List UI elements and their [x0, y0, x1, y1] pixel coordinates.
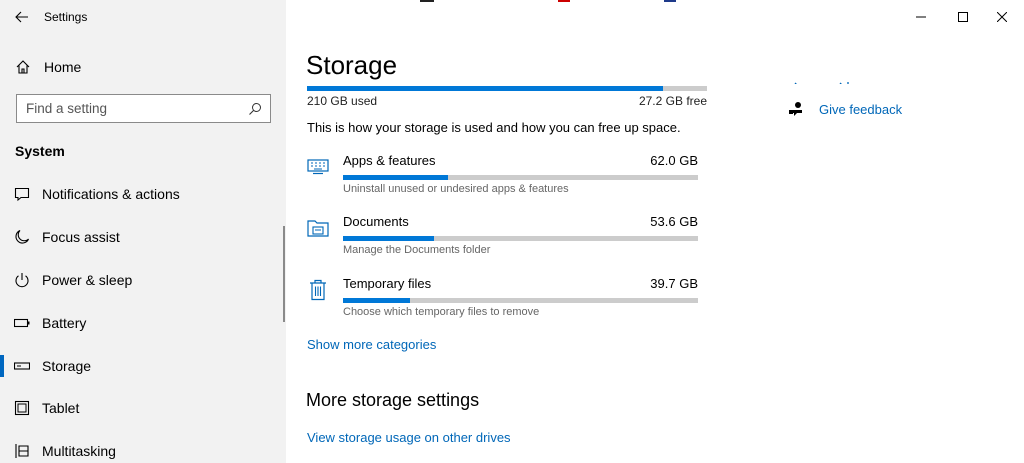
sidebar-item-label: Notifications & actions [42, 186, 180, 202]
cropped-link-fragment [794, 74, 852, 84]
category-apps-features[interactable]: Apps & features 62.0 GB Uninstall unused… [304, 153, 704, 203]
sidebar-item-tablet[interactable]: Tablet [0, 387, 286, 429]
category-description: Choose which temporary files to remove [343, 306, 540, 318]
used-label: 210 GB used [307, 94, 378, 108]
category-bar [343, 298, 698, 303]
category-bar-fill [343, 298, 411, 303]
free-label: 27.2 GB free [638, 94, 707, 108]
feedback-icon [788, 101, 810, 117]
documents-folder-icon [304, 214, 332, 242]
sidebar-item-storage[interactable]: Storage [0, 345, 286, 387]
app-title: Settings [44, 10, 88, 24]
show-more-categories-link[interactable]: Show more categories [307, 337, 436, 352]
sidebar-item-label: Focus assist [42, 229, 120, 245]
storage-icon [0, 361, 42, 371]
sidebar-scrollbar[interactable] [283, 226, 285, 322]
page-title: Storage [306, 50, 398, 80]
battery-icon [0, 318, 42, 328]
category-documents[interactable]: Documents 53.6 GB Manage the Documents f… [304, 214, 704, 264]
search-input[interactable] [17, 101, 242, 116]
back-button[interactable] [0, 0, 44, 34]
category-temporary-files[interactable]: Temporary files 39.7 GB Choose which tem… [304, 276, 704, 326]
sidebar-item-battery[interactable]: Battery [0, 302, 286, 344]
category-name: Apps & features [343, 153, 436, 168]
category-description: Uninstall unused or undesired apps & fea… [343, 183, 569, 195]
sidebar: Settings Home System Notifications & act… [0, 0, 286, 463]
give-feedback-link[interactable]: Give feedback [788, 101, 902, 117]
main-content: Storage 210 GB used 27.2 GB free This is… [286, 0, 1024, 463]
category-name: Documents [343, 214, 409, 229]
power-icon [0, 272, 42, 288]
category-bar-fill [343, 236, 434, 241]
view-other-drives-link[interactable]: View storage usage on other drives [307, 430, 511, 445]
category-bar [343, 175, 698, 180]
total-usage-bar [307, 86, 707, 91]
sidebar-item-label: Tablet [42, 400, 80, 416]
sidebar-item-label: Multitasking [42, 443, 116, 459]
home-label: Home [44, 59, 82, 75]
sidebar-item-label: Battery [42, 315, 87, 331]
back-arrow-icon [15, 11, 28, 23]
category-bar [343, 236, 698, 241]
category-size: 39.7 GB [650, 276, 698, 291]
moon-icon [0, 229, 42, 245]
tablet-icon [0, 400, 42, 416]
sidebar-item-label: Power & sleep [42, 272, 133, 288]
trash-icon [304, 276, 332, 304]
section-title: System [15, 143, 65, 159]
search-icon[interactable] [242, 102, 268, 116]
search-box[interactable] [16, 94, 271, 123]
sidebar-item-power-sleep[interactable]: Power & sleep [0, 259, 286, 301]
notification-icon [0, 186, 42, 202]
category-bar-fill [343, 175, 448, 180]
sidebar-item-notifications[interactable]: Notifications & actions [0, 173, 286, 215]
keyboard-icon [304, 153, 332, 181]
sidebar-item-label: Storage [42, 358, 92, 374]
intro-text: This is how your storage is used and how… [307, 120, 681, 135]
give-feedback-label: Give feedback [819, 101, 903, 117]
category-size: 53.6 GB [650, 214, 698, 229]
home-icon [0, 59, 44, 75]
sidebar-home[interactable]: Home [0, 52, 286, 82]
category-description: Manage the Documents folder [343, 244, 491, 256]
titlebar-left: Settings [0, 0, 286, 34]
more-storage-settings-heading: More storage settings [306, 390, 480, 410]
multitasking-icon [0, 443, 42, 459]
category-name: Temporary files [343, 276, 432, 291]
sidebar-item-multitasking[interactable]: Multitasking [0, 430, 286, 463]
sidebar-item-focus-assist[interactable]: Focus assist [0, 216, 286, 258]
category-size: 62.0 GB [650, 153, 698, 168]
total-usage-fill [307, 86, 663, 91]
